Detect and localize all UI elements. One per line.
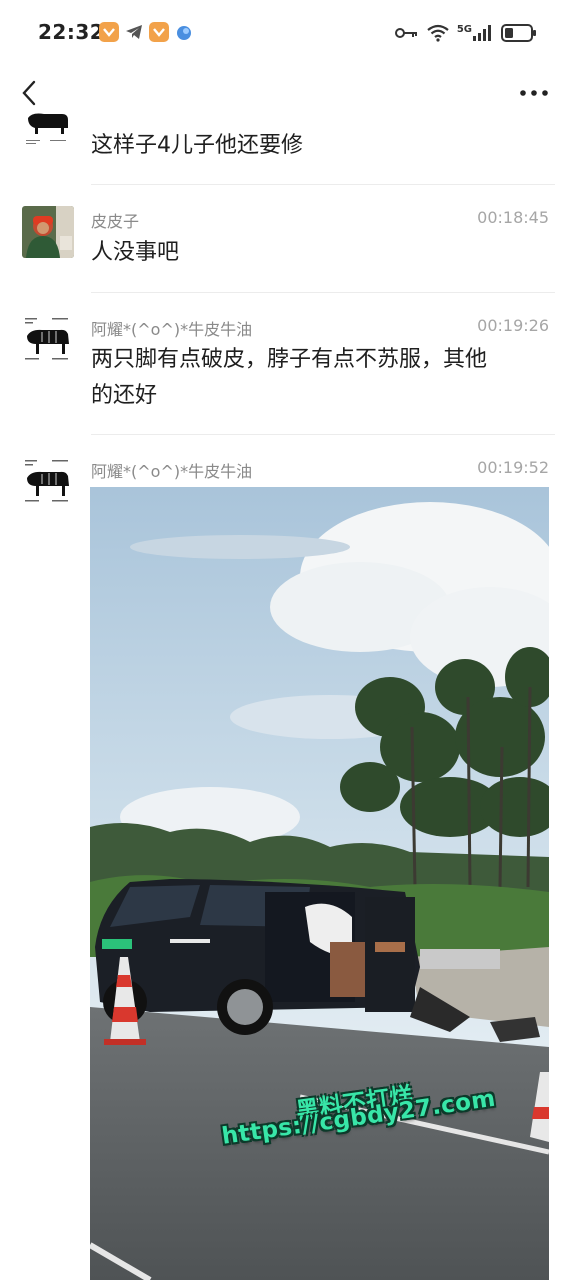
message-text-line: 的还好 (91, 383, 158, 408)
sender-name: 阿耀*(^o^)*牛皮牛油 (91, 462, 253, 481)
signal-icon (473, 25, 491, 41)
notification-icon (99, 22, 119, 42)
message-text: 两只脚有点破皮，脖子有点不苏服，其他 的还好 (91, 342, 541, 414)
sender-name: 阿耀*(^o^)*牛皮牛油 (91, 320, 253, 339)
divider (91, 434, 555, 435)
status-right-icons: 5G (394, 22, 537, 44)
divider (91, 184, 555, 185)
divider (91, 292, 555, 293)
message-time: 00:19:26 (477, 316, 549, 335)
message-text: 这样子4儿子他还要修 (91, 133, 303, 158)
key-icon (394, 28, 417, 38)
avatar[interactable] (22, 206, 74, 258)
message-time: 00:19:52 (477, 458, 549, 477)
message-text-line: 两只脚有点破皮，脖子有点不苏服，其他 (91, 347, 488, 372)
telegram-icon (124, 22, 144, 42)
avatar[interactable] (22, 456, 74, 508)
battery-icon (501, 24, 536, 42)
message-time: 00:18:45 (477, 208, 549, 227)
more-icon[interactable] (519, 80, 549, 106)
notification-icon (149, 22, 169, 42)
message-text: 人没事吧 (91, 240, 180, 265)
status-time: 22:32 (38, 20, 105, 44)
chevron-left-icon[interactable] (16, 78, 46, 108)
avatar[interactable] (22, 314, 74, 366)
sender-name: 皮皮子 (91, 212, 140, 231)
car-accident-photo[interactable] (90, 487, 549, 1280)
avatar[interactable] (22, 110, 74, 148)
network-type: 5G (456, 24, 472, 35)
wifi-icon (427, 24, 449, 42)
nav-bar (0, 66, 573, 122)
app-icon (174, 22, 194, 42)
status-bar: 22:32 5G (0, 0, 573, 66)
